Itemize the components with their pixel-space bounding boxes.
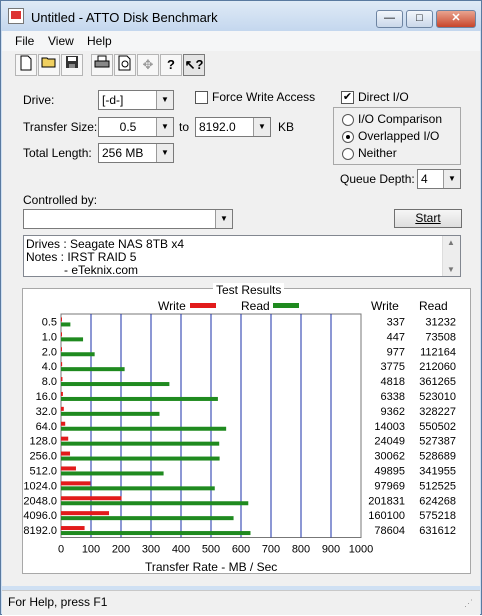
read-value: 527387 bbox=[419, 436, 456, 448]
read-bar bbox=[61, 441, 220, 446]
y-tick-label: 8.0 bbox=[42, 376, 57, 388]
read-bar bbox=[61, 501, 249, 506]
read-bar bbox=[61, 382, 170, 387]
read-bar bbox=[61, 426, 227, 431]
y-tick-label: 512.0 bbox=[29, 465, 57, 477]
status-text: For Help, press F1 bbox=[8, 595, 108, 609]
x-tick-label: 300 bbox=[142, 544, 160, 556]
y-tick-label: 16.0 bbox=[36, 391, 57, 403]
write-bar bbox=[61, 481, 91, 486]
write-value: 49895 bbox=[374, 465, 405, 477]
read-value: 341955 bbox=[419, 465, 456, 477]
read-bar bbox=[61, 322, 71, 327]
write-bar bbox=[61, 406, 64, 411]
y-tick-label: 4096.0 bbox=[23, 510, 57, 522]
x-tick-label: 700 bbox=[262, 544, 280, 556]
y-tick-label: 8192.0 bbox=[23, 525, 57, 537]
read-value: 624268 bbox=[419, 495, 456, 507]
x-tick-label: 200 bbox=[112, 544, 130, 556]
read-value: 512525 bbox=[419, 480, 456, 492]
write-bar bbox=[61, 317, 62, 322]
read-value: 73508 bbox=[425, 331, 456, 343]
read-value: 528689 bbox=[419, 451, 456, 463]
write-value: 24049 bbox=[374, 436, 405, 448]
read-value: 550502 bbox=[419, 421, 456, 433]
read-value: 112164 bbox=[420, 346, 456, 358]
x-tick-label: 100 bbox=[82, 544, 100, 556]
read-bar bbox=[61, 367, 125, 372]
chart-svg: 0 100 200 300 400 500 600 700 800 900 1000 0.5 337 31… bbox=[23, 313, 456, 556]
y-tick-label: 4.0 bbox=[42, 361, 57, 373]
read-bar bbox=[61, 456, 220, 461]
write-bar bbox=[61, 466, 76, 471]
resize-grip-icon[interactable]: ⋰ bbox=[464, 598, 473, 609]
write-bar bbox=[61, 421, 66, 426]
read-value: 31232 bbox=[425, 316, 456, 328]
y-tick-label: 32.0 bbox=[36, 406, 57, 418]
y-tick-label: 128.0 bbox=[29, 436, 57, 448]
x-tick-label: 500 bbox=[202, 544, 220, 556]
read-bar bbox=[61, 486, 215, 491]
x-tick-label: 600 bbox=[232, 544, 250, 556]
read-bar bbox=[61, 352, 95, 357]
y-tick-label: 2.0 bbox=[42, 346, 57, 358]
write-bar bbox=[61, 496, 122, 501]
write-bar bbox=[61, 347, 62, 352]
y-tick-label: 2048.0 bbox=[23, 495, 57, 507]
x-tick-label: 400 bbox=[172, 544, 190, 556]
write-value: 4818 bbox=[381, 376, 405, 388]
read-value: 361265 bbox=[419, 376, 456, 388]
x-tick-label: 800 bbox=[292, 544, 310, 556]
y-tick-label: 1.0 bbox=[42, 331, 57, 343]
write-bar bbox=[61, 377, 63, 382]
write-value: 30062 bbox=[374, 451, 405, 463]
read-value: 212060 bbox=[419, 361, 456, 373]
write-bar bbox=[61, 511, 110, 516]
read-bar bbox=[61, 337, 84, 342]
write-value: 97969 bbox=[374, 480, 405, 492]
read-bar bbox=[61, 531, 251, 536]
write-bar bbox=[61, 362, 63, 367]
x-tick-label: 900 bbox=[322, 544, 340, 556]
read-bar bbox=[61, 411, 160, 416]
write-bar bbox=[61, 332, 62, 337]
app-window: Untitled - ATTO Disk Benchmark — □ ✕ Fil… bbox=[0, 0, 482, 615]
x-axis-label: Transfer Rate - MB / Sec bbox=[145, 560, 278, 574]
write-value: 9362 bbox=[381, 406, 405, 418]
write-bar bbox=[61, 391, 63, 396]
write-bar bbox=[61, 436, 69, 441]
write-value: 6338 bbox=[381, 391, 405, 403]
read-bar bbox=[61, 471, 164, 476]
write-value: 977 bbox=[387, 346, 405, 358]
write-bar bbox=[61, 526, 85, 531]
write-value: 14003 bbox=[374, 421, 405, 433]
read-value: 631612 bbox=[419, 525, 456, 537]
write-value: 160100 bbox=[368, 510, 405, 522]
write-value: 78604 bbox=[374, 525, 405, 537]
x-tick-label: 0 bbox=[58, 544, 64, 556]
write-value: 337 bbox=[387, 316, 405, 328]
write-value: 447 bbox=[387, 331, 405, 343]
y-tick-label: 256.0 bbox=[29, 451, 57, 463]
status-bar: For Help, press F1 ⋰ bbox=[2, 590, 480, 615]
write-value: 3775 bbox=[381, 361, 405, 373]
read-bar bbox=[61, 516, 234, 521]
read-value: 575218 bbox=[419, 510, 456, 522]
write-bar bbox=[61, 451, 71, 456]
x-tick-label: 1000 bbox=[349, 544, 373, 556]
write-value: 201831 bbox=[368, 495, 405, 507]
read-bar bbox=[61, 396, 218, 401]
read-value: 328227 bbox=[419, 406, 456, 418]
read-value: 523010 bbox=[419, 391, 456, 403]
y-tick-label: 1024.0 bbox=[23, 480, 57, 492]
y-tick-label: 0.5 bbox=[42, 316, 57, 328]
y-tick-label: 64.0 bbox=[36, 421, 57, 433]
